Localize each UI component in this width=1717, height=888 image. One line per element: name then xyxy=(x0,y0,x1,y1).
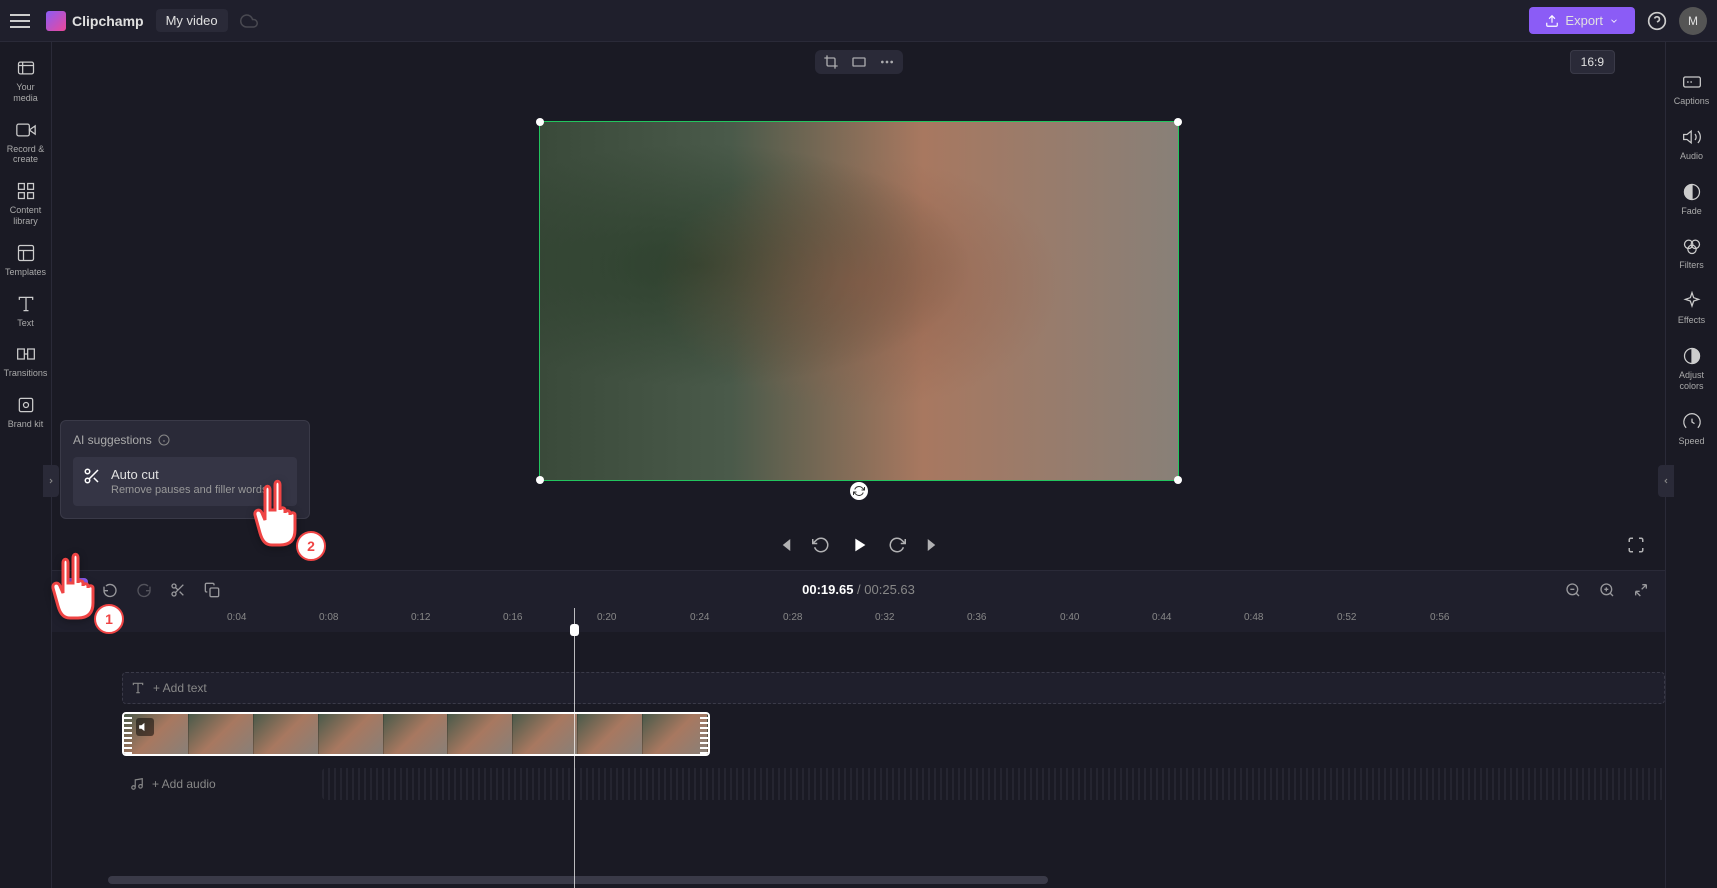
text-icon xyxy=(131,681,145,695)
rewind-button[interactable] xyxy=(812,536,830,554)
menu-button[interactable] xyxy=(10,9,34,33)
pointer-badge-1: 1 xyxy=(94,604,124,634)
tracks-container: + Add text xyxy=(52,632,1665,800)
preview-toolbar: 16:9 xyxy=(52,42,1665,82)
cut-button[interactable] xyxy=(166,578,190,602)
fullscreen-button[interactable] xyxy=(1627,536,1645,554)
filters-icon xyxy=(1682,236,1702,256)
forward-button[interactable] xyxy=(888,536,906,554)
export-label: Export xyxy=(1565,13,1603,28)
pointer-badge-2: 2 xyxy=(296,531,326,561)
resize-handle-tl[interactable] xyxy=(536,118,544,126)
transitions-icon xyxy=(16,344,36,364)
ai-item-text: Auto cut Remove pauses and filler words xyxy=(111,467,268,496)
speedometer-icon xyxy=(1682,412,1702,432)
crop-button[interactable] xyxy=(823,54,839,70)
rotate-handle[interactable] xyxy=(850,482,868,500)
zoom-out-button[interactable] xyxy=(1561,578,1585,602)
tutorial-pointer-2: 2 xyxy=(250,475,320,555)
chevron-left-icon xyxy=(1662,475,1670,487)
resize-handle-tr[interactable] xyxy=(1174,118,1182,126)
camera-icon xyxy=(16,120,36,140)
expand-right-sidebar[interactable] xyxy=(1658,465,1674,497)
audio-track[interactable]: + Add audio xyxy=(122,768,1665,800)
next-button[interactable] xyxy=(924,536,942,554)
effects-icon xyxy=(1682,291,1702,311)
clip-thumbnails xyxy=(124,714,708,754)
copy-button[interactable] xyxy=(200,578,224,602)
redo-button[interactable] xyxy=(132,578,156,602)
sidebar-your-media[interactable]: Your media xyxy=(0,50,51,112)
sidebar-transitions[interactable]: Transitions xyxy=(0,336,51,387)
timeline: 0:04 0:08 0:12 0:16 0:20 0:24 0:28 0:32 … xyxy=(52,608,1665,888)
music-icon xyxy=(130,777,144,791)
play-button[interactable] xyxy=(848,534,870,556)
sidebar-effects[interactable]: Effects xyxy=(1666,281,1717,336)
top-bar: Clipchamp My video Export M xyxy=(0,0,1717,42)
sidebar-captions[interactable]: Captions xyxy=(1666,62,1717,117)
more-button[interactable] xyxy=(879,54,895,70)
timeline-ruler[interactable]: 0:04 0:08 0:12 0:16 0:20 0:24 0:28 0:32 … xyxy=(52,608,1665,632)
video-clip[interactable] xyxy=(122,712,710,756)
zoom-controls xyxy=(1561,578,1653,602)
text-icon xyxy=(16,294,36,314)
sidebar-brand-kit[interactable]: Brand kit xyxy=(0,387,51,438)
playhead[interactable] xyxy=(574,608,575,888)
zoom-in-button[interactable] xyxy=(1595,578,1619,602)
help-button[interactable] xyxy=(1647,11,1667,31)
topbar-right: Export M xyxy=(1529,7,1707,35)
export-button[interactable]: Export xyxy=(1529,7,1635,34)
clipchamp-icon xyxy=(46,11,66,31)
tutorial-pointer-1: 1 xyxy=(48,548,118,628)
sync-icon xyxy=(240,12,258,30)
current-time: 00:19.65 xyxy=(802,582,853,597)
clip-audio-icon[interactable] xyxy=(136,718,154,736)
prev-button[interactable] xyxy=(776,536,794,554)
sidebar-speed[interactable]: Speed xyxy=(1666,402,1717,457)
sidebar-audio[interactable]: Audio xyxy=(1666,117,1717,172)
preview-tools xyxy=(815,50,903,74)
total-time: 00:25.63 xyxy=(864,582,915,597)
sidebar-fade[interactable]: Fade xyxy=(1666,172,1717,227)
app-name: Clipchamp xyxy=(72,13,144,29)
left-sidebar: Your media Record & create Content libra… xyxy=(0,42,52,888)
timecode-display: 00:19.65 / 00:25.63 xyxy=(802,582,915,598)
text-track[interactable]: + Add text xyxy=(122,672,1665,704)
fade-icon xyxy=(1682,182,1702,202)
templates-icon xyxy=(16,243,36,263)
resize-handle-bl[interactable] xyxy=(536,476,544,484)
timeline-toolbar: 00:19.65 / 00:25.63 xyxy=(52,570,1665,608)
add-audio-placeholder[interactable]: + Add audio xyxy=(122,768,322,800)
user-avatar[interactable]: M xyxy=(1679,7,1707,35)
brand-icon xyxy=(16,395,36,415)
sidebar-record-create[interactable]: Record & create xyxy=(0,112,51,174)
library-icon xyxy=(16,181,36,201)
sidebar-templates[interactable]: Templates xyxy=(0,235,51,286)
media-icon xyxy=(16,58,36,78)
sidebar-content-library[interactable]: Content library xyxy=(0,173,51,235)
aspect-ratio-button[interactable]: 16:9 xyxy=(1570,50,1615,74)
video-track[interactable] xyxy=(122,712,1665,760)
project-title[interactable]: My video xyxy=(156,9,228,32)
add-text-placeholder[interactable]: + Add text xyxy=(122,672,1665,704)
auto-cut-icon xyxy=(83,467,101,485)
app-logo[interactable]: Clipchamp xyxy=(46,11,144,31)
speaker-icon xyxy=(1682,127,1702,147)
info-icon[interactable] xyxy=(158,434,170,446)
captions-icon xyxy=(1682,72,1702,92)
sidebar-adjust-colors[interactable]: Adjust colors xyxy=(1666,336,1717,402)
sidebar-filters[interactable]: Filters xyxy=(1666,226,1717,281)
audio-waveform-placeholder xyxy=(322,768,1665,800)
right-sidebar: Captions Audio Fade Filters Effects Adju… xyxy=(1665,42,1717,888)
resize-handle-br[interactable] xyxy=(1174,476,1182,484)
fill-button[interactable] xyxy=(851,54,867,70)
ai-popup-title: AI suggestions xyxy=(73,433,297,447)
timeline-scrollbar[interactable] xyxy=(108,876,1048,884)
chevron-down-icon xyxy=(1609,16,1619,26)
topbar-left: Clipchamp My video xyxy=(10,9,258,33)
sidebar-text[interactable]: Text xyxy=(0,286,51,337)
video-preview[interactable] xyxy=(539,121,1179,481)
zoom-fit-button[interactable] xyxy=(1629,578,1653,602)
contrast-icon xyxy=(1682,346,1702,366)
